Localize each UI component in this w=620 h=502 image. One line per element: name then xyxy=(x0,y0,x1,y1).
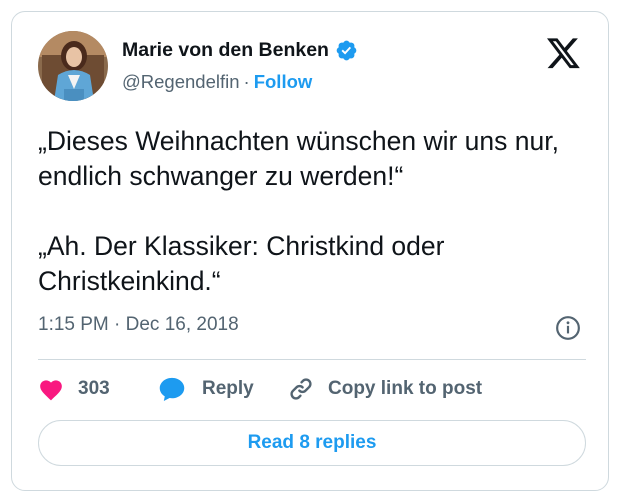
action-bar: 303 Reply Copy link to post xyxy=(38,374,482,404)
tweet-paragraph-1: „Dieses Weihnachten wünschen wir uns nur… xyxy=(38,126,559,191)
copy-link-button[interactable]: Copy link to post xyxy=(288,376,482,402)
tweet-text: „Dieses Weihnachten wünschen wir uns nur… xyxy=(38,124,598,299)
avatar[interactable] xyxy=(38,31,108,101)
tweet-paragraph-2: „Ah. Der Klassiker: Christkind oder Chri… xyxy=(38,231,445,296)
author-handle-row: @Regendelfin · Follow xyxy=(122,71,312,93)
author-handle[interactable]: @Regendelfin xyxy=(122,71,240,92)
info-icon[interactable] xyxy=(555,315,581,341)
verified-badge-icon xyxy=(336,40,357,61)
author-name-row: Marie von den Benken xyxy=(122,39,358,62)
reply-label: Reply xyxy=(202,378,254,399)
heart-icon xyxy=(40,380,62,401)
speech-bubble-icon xyxy=(159,377,185,402)
like-button[interactable]: 303 xyxy=(38,377,158,401)
avatar-image xyxy=(38,31,108,101)
link-icon xyxy=(290,378,312,400)
tweet-card: Marie von den Benken @Regendelfin · Follow… xyxy=(11,11,609,491)
follow-button[interactable]: Follow xyxy=(254,71,313,92)
author-display-name[interactable]: Marie von den Benken xyxy=(122,39,329,62)
separator-dot: · xyxy=(243,71,250,92)
tweet-timestamp[interactable]: 1:15 PM · Dec 16, 2018 xyxy=(38,314,239,336)
copy-link-label: Copy link to post xyxy=(328,378,483,399)
like-count: 303 xyxy=(78,378,110,399)
reply-button[interactable]: Reply xyxy=(158,376,288,402)
divider xyxy=(38,359,586,360)
x-logo-icon[interactable] xyxy=(547,38,581,70)
read-replies-button[interactable]: Read 8 replies xyxy=(38,420,586,466)
